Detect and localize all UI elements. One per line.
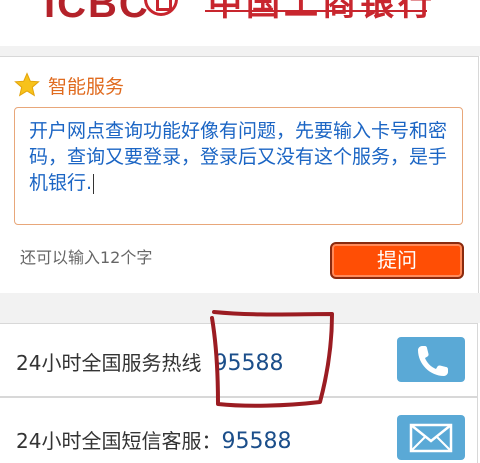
highlight-annotation [210,310,334,408]
sms-number: 95588 [221,429,292,454]
text-cursor [93,173,95,194]
section-spacer [0,46,480,56]
question-text-end: . [86,172,93,194]
ask-button[interactable]: 提问 [330,242,464,279]
smart-service-title: 智能服务 [48,75,125,98]
bank-name: 中国工商银行 [208,0,436,24]
phone-icon [418,346,448,376]
sms-label-text: 24小时全国短信客服： [16,429,222,453]
hotline-label-text: 24小时全国服务热线 [16,351,202,375]
star-icon [14,72,40,97]
icbc-logo-text: ICBC [44,0,150,26]
panel-title: 智能服务 [14,71,124,99]
envelope-icon [409,423,453,453]
question-input[interactable]: 开户网点查询功能好像有问题，先要输入卡号和密码，查询又要登录，登录后又没有这个服… [14,107,463,225]
smart-service-panel: 智能服务 开户网点查询功能好像有问题，先要输入卡号和密码，查询又要登录，登录后又… [0,56,479,294]
remaining-chars-text: 还可以输入12个字 [20,248,153,267]
sms-label: 24小时全国短信客服：95588 [16,425,291,454]
call-button[interactable] [397,337,465,382]
header-underline [205,10,427,12]
app-header: ICBC 中国工商银行 [0,0,480,46]
sms-button[interactable] [397,415,465,460]
